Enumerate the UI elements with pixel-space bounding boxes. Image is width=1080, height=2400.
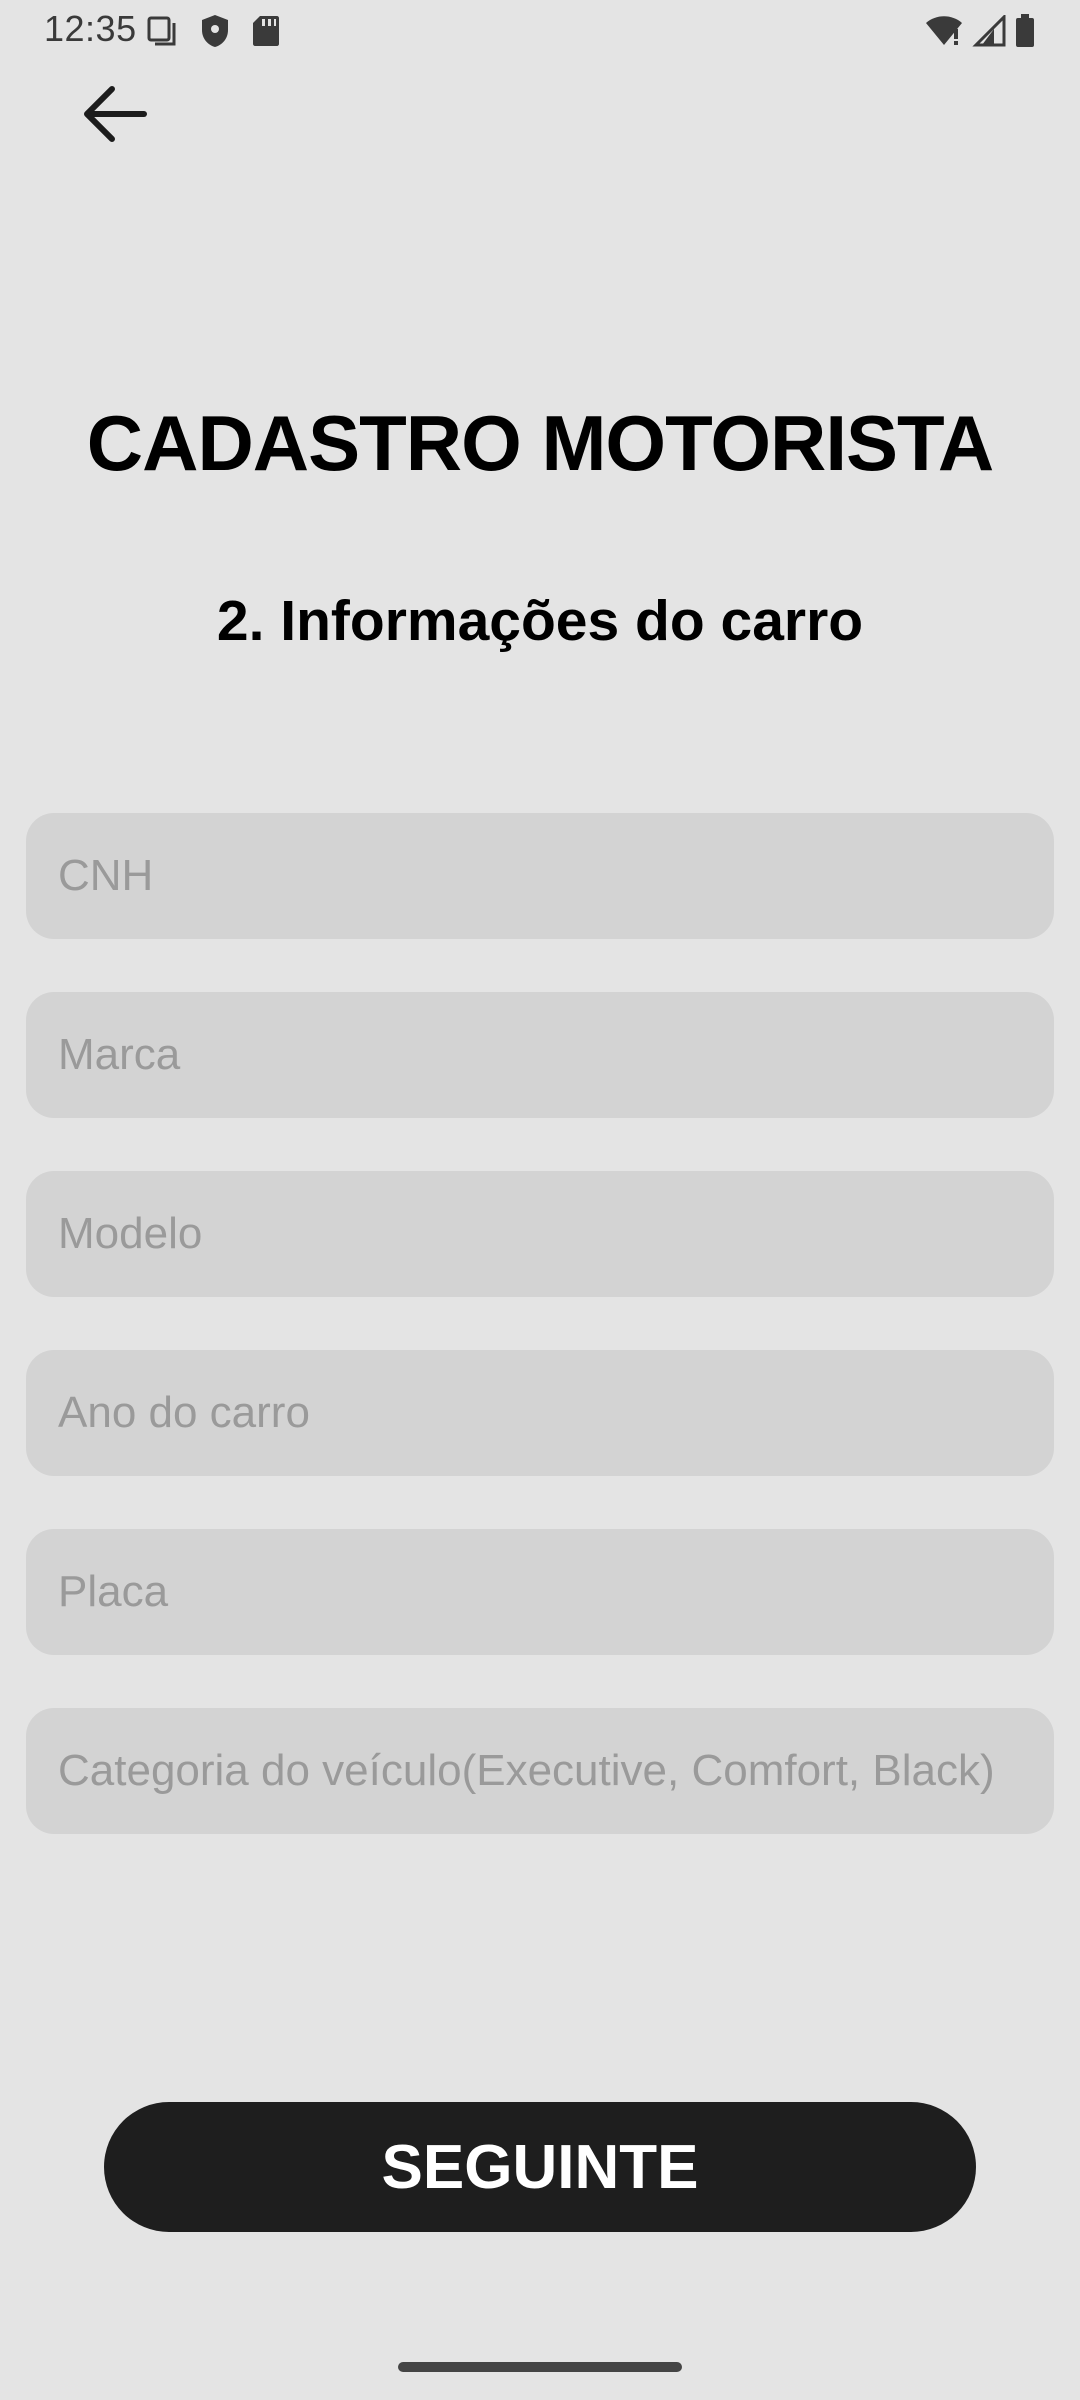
plate-field[interactable] <box>26 1529 1054 1655</box>
car-year-field[interactable] <box>26 1350 1054 1476</box>
cnh-field[interactable] <box>26 813 1054 939</box>
copy-icon <box>146 15 178 52</box>
home-indicator[interactable] <box>398 2362 682 2372</box>
status-left-icons <box>146 14 280 53</box>
model-field[interactable] <box>26 1171 1054 1297</box>
back-button[interactable] <box>72 78 156 154</box>
section-title: 2. Informações do carro <box>216 589 864 653</box>
page-title: CADASTRO MOTORISTA <box>86 399 994 487</box>
next-button[interactable]: SEGUINTE <box>104 2102 976 2232</box>
vehicle-category-field[interactable] <box>26 1708 1054 1834</box>
status-time: 12:35 <box>44 8 137 49</box>
status-right-icons <box>924 13 1036 53</box>
brand-field[interactable] <box>26 992 1054 1118</box>
status-bar: 12:35 <box>0 0 1080 64</box>
signal-icon <box>972 13 1006 52</box>
sd-card-icon <box>252 15 280 52</box>
arrow-left-icon <box>80 83 148 150</box>
battery-icon <box>1014 14 1036 53</box>
shield-icon <box>200 14 230 53</box>
wifi-alert-icon <box>924 15 964 52</box>
